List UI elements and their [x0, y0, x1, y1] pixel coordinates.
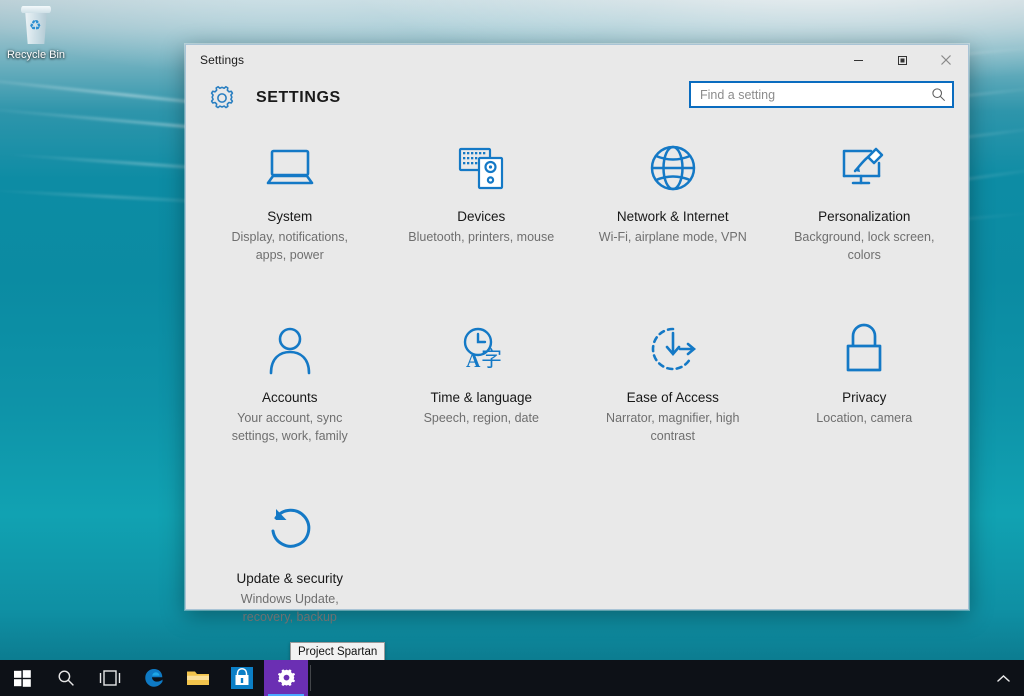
tile-title: Time & language	[430, 390, 533, 405]
tile-title: System	[267, 209, 313, 224]
gear-icon	[277, 668, 295, 686]
settings-tile-privacy[interactable]: Privacy Location, camera	[769, 302, 961, 483]
padlock-icon	[840, 320, 888, 378]
page-title: SETTINGS	[256, 89, 341, 106]
file-explorer-button[interactable]	[176, 660, 220, 696]
person-icon	[264, 320, 316, 378]
tile-description: Your account, sync settings, work, famil…	[231, 411, 348, 443]
maximize-button[interactable]	[880, 45, 924, 75]
settings-tile-ease-of-access[interactable]: Ease of Access Narrator, magnifier, high…	[577, 302, 769, 483]
accessibility-arrows-icon	[646, 320, 700, 378]
monitor-paintbrush-icon	[835, 139, 893, 197]
tile-description: Display, notifications, apps, power	[231, 230, 349, 262]
search-input[interactable]	[691, 83, 924, 106]
gear-icon	[207, 83, 237, 113]
desktop-icon-recycle-bin[interactable]: ♻ Recycle Bin	[6, 6, 66, 62]
tile-title: Personalization	[818, 209, 911, 224]
desktop-icon-label: Recycle Bin	[6, 49, 66, 61]
refresh-circle-icon	[264, 501, 316, 559]
settings-tile-personalization[interactable]: Personalization Background, lock screen,…	[769, 121, 961, 302]
tile-title: Update & security	[236, 571, 344, 586]
folder-icon	[187, 671, 209, 685]
chevron-up-icon	[996, 674, 1010, 682]
window-titlebar[interactable]: Settings	[186, 45, 968, 75]
system-tray	[988, 660, 1024, 696]
tile-description: Bluetooth, printers, mouse	[408, 230, 555, 244]
tile-title: Privacy	[842, 390, 887, 405]
window-title: Settings	[200, 53, 245, 67]
settings-window: Settings SETTINGS Find a setting System …	[185, 44, 969, 624]
settings-tile-devices[interactable]: Devices Bluetooth, printers, mouse	[386, 121, 578, 302]
tile-description: Background, lock screen, colors	[794, 230, 935, 262]
task-view-icon	[99, 670, 121, 686]
close-button[interactable]	[924, 45, 968, 75]
taskbar	[0, 660, 1024, 696]
settings-tile-network[interactable]: Network & Internet Wi-Fi, airplane mode,…	[577, 121, 769, 302]
tile-description: Narrator, magnifier, high contrast	[606, 411, 740, 443]
taskbar-search-button[interactable]	[44, 660, 88, 696]
tile-title: Network & Internet	[616, 209, 729, 224]
edge-button[interactable]	[132, 660, 176, 696]
keyboard-and-speaker-icon	[452, 139, 510, 197]
settings-tile-time-language[interactable]: A 字 Time & language Speech, region, date	[386, 302, 578, 483]
tile-title: Devices	[457, 209, 506, 224]
minimize-button[interactable]	[836, 45, 880, 75]
search-icon	[58, 670, 74, 686]
start-button[interactable]	[0, 660, 44, 696]
search-box[interactable]	[689, 81, 954, 108]
tile-title: Accounts	[261, 390, 318, 405]
edge-icon	[145, 669, 163, 687]
settings-tile-update-security[interactable]: Update & security Windows Update, recove…	[194, 483, 386, 664]
store-button[interactable]	[220, 660, 264, 696]
taskbar-divider	[310, 665, 311, 691]
settings-tile-system[interactable]: System Display, notifications, apps, pow…	[194, 121, 386, 302]
tile-description: Speech, region, date	[423, 411, 539, 425]
window-controls	[836, 45, 968, 75]
taskbar-settings-button[interactable]	[264, 660, 308, 696]
tile-title: Ease of Access	[626, 390, 719, 405]
show-hidden-icons-button[interactable]	[988, 660, 1018, 696]
tile-description: Windows Update, recovery, backup	[240, 592, 339, 624]
windows-logo-icon	[13, 669, 31, 687]
tile-description: Location, camera	[816, 411, 913, 425]
clock-language-icon: A 字	[452, 320, 510, 378]
tile-description: Wi-Fi, airplane mode, VPN	[598, 230, 747, 244]
settings-header: SETTINGS	[186, 75, 968, 121]
search-icon[interactable]	[924, 83, 952, 106]
task-view-button[interactable]	[88, 660, 132, 696]
laptop-icon	[261, 139, 319, 197]
store-bag-icon	[231, 667, 253, 689]
globe-icon	[646, 139, 700, 197]
settings-tiles-grid: System Display, notifications, apps, pow…	[186, 121, 968, 664]
recycle-bin-icon: ♻	[19, 6, 53, 46]
settings-tile-accounts[interactable]: Accounts Your account, sync settings, wo…	[194, 302, 386, 483]
